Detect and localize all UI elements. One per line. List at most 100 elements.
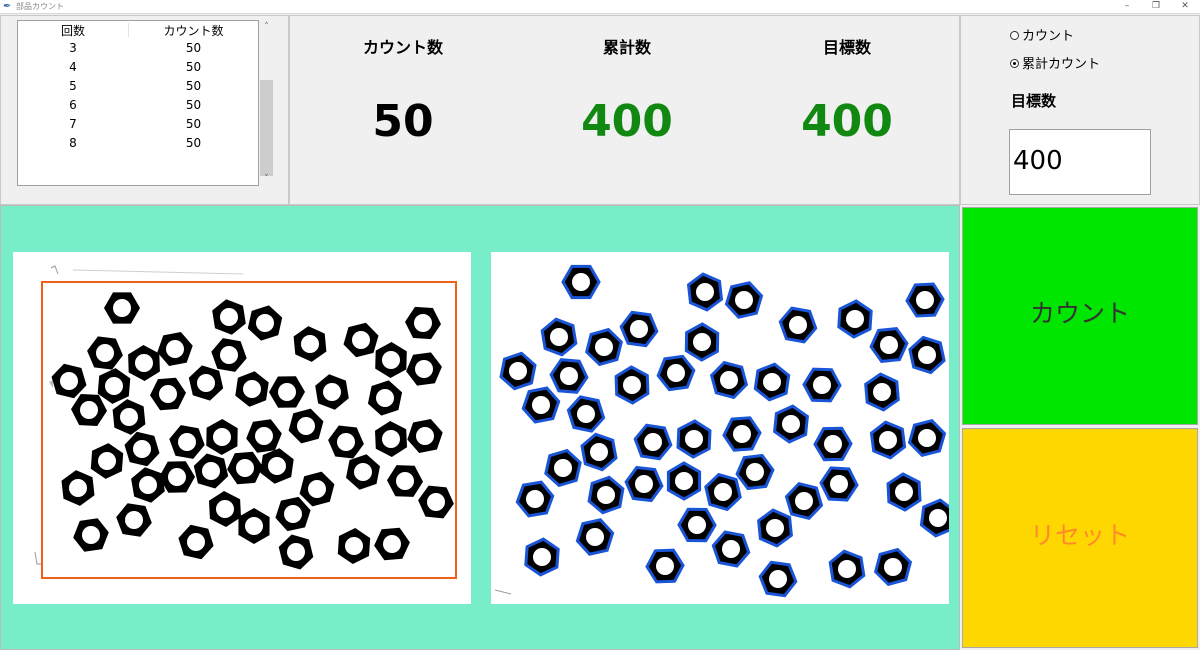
table-row[interactable]: 6 50 [18,96,258,115]
nut-hole [597,486,615,504]
nut-hole [135,354,153,372]
count-cell: 50 [185,117,202,131]
feather-icon: ✒ [3,1,12,12]
nut-hole [667,364,685,382]
result-image-canvas [494,264,957,598]
nut-hole [120,408,138,426]
nut-hole [345,537,363,555]
nut-hole [880,336,898,354]
nut-hole [220,346,238,364]
nut-hole [168,468,186,486]
table-row[interactable]: 5 50 [18,77,258,96]
scroll-thumb[interactable] [260,80,273,176]
minimize-button[interactable]: – [1113,0,1141,13]
nut-hole [255,427,273,445]
nut-hole [735,291,753,309]
input-image-canvas [34,265,457,579]
nut-hole [113,299,131,317]
table-row[interactable]: 4 50 [18,58,258,77]
nut-hole [554,459,572,477]
table-row[interactable]: 3 50 [18,39,258,58]
nut-hole [216,500,234,518]
nut-hole [656,557,674,575]
nut-hole [577,405,595,423]
camera-area [0,205,960,650]
nut-hole [245,517,263,535]
nut-hole [533,548,551,566]
nut-hole [60,372,78,390]
nut-hole [688,516,706,534]
nut-hole [396,472,414,490]
round-cell: 8 [69,136,77,150]
total-value: 400 [581,96,673,147]
nut-hole [895,483,913,501]
nut-hole [879,431,897,449]
nut-hole [586,528,604,546]
count-cell: 50 [185,136,202,150]
nut-hole [125,511,143,529]
nut-hole [509,362,527,380]
radio-off-icon [1010,31,1019,40]
nut-hole [202,462,220,480]
count-button[interactable]: カウント [962,207,1198,425]
nut-hole [769,570,787,588]
restore-button[interactable]: ❐ [1142,0,1170,13]
nut-hole [714,483,732,501]
nut-hole [746,463,764,481]
nut-hole [80,401,98,419]
nut-hole [187,533,205,551]
nut-group [51,292,454,570]
mode-radio-count-label: カウント [1022,29,1075,44]
nut-hole [526,490,544,508]
nut-hole [782,415,800,433]
nut-hole [383,535,401,553]
round-cell: 7 [69,117,77,131]
nut-hole [415,360,433,378]
nut-hole [693,333,711,351]
nut-hole [813,376,831,394]
nut-hole [918,346,936,364]
history-scrollbar[interactable]: ˄ ˅ [259,20,274,186]
mode-radio-count[interactable]: カウント [1010,28,1074,46]
nut-hole [105,377,123,395]
target-stat-value: 400 [801,96,893,147]
nut-hole [256,314,274,332]
column-header-count[interactable]: カウント数 [129,23,258,39]
mode-radio-cumulative[interactable]: 累計カウント [1010,56,1100,74]
nut-hole [873,383,891,401]
scroll-down-icon[interactable]: ˅ [259,172,274,186]
nut-hole [197,374,215,392]
scroll-up-icon[interactable]: ˄ [259,20,274,34]
nut-hole [550,328,568,346]
nut-hole [243,380,261,398]
nut-hole [166,340,184,358]
nut-hole [352,331,370,349]
table-row[interactable]: 8 50 [18,134,258,153]
reset-button[interactable]: リセット [962,428,1198,648]
nut-hole [220,308,238,326]
nut-hole [846,310,864,328]
nut-hole [354,463,372,481]
history-table[interactable]: 回数 カウント数 3 50 4 50 5 50 6 50 7 50 8 50 [17,20,259,186]
nut-hole [297,417,315,435]
window-title: 部品カウント [16,2,64,11]
table-row[interactable]: 7 50 [18,115,258,134]
nut-hole [213,428,231,446]
nut-hole [133,440,151,458]
nut-hole [82,526,100,544]
round-cell: 3 [69,41,77,55]
nut-hole [236,459,254,477]
close-button[interactable]: ✕ [1171,0,1199,13]
target-input[interactable]: 400 [1009,129,1151,195]
nut-hole [560,367,578,385]
nut-hole [301,335,319,353]
nut-hole [918,429,936,447]
nut-hole [98,452,116,470]
column-header-round[interactable]: 回数 [18,23,128,39]
nut-hole [376,389,394,407]
nut-hole [644,433,662,451]
nut-hole [733,425,751,443]
nut-hole [337,433,355,451]
nut-hole [308,480,326,498]
nut-hole [416,427,434,445]
